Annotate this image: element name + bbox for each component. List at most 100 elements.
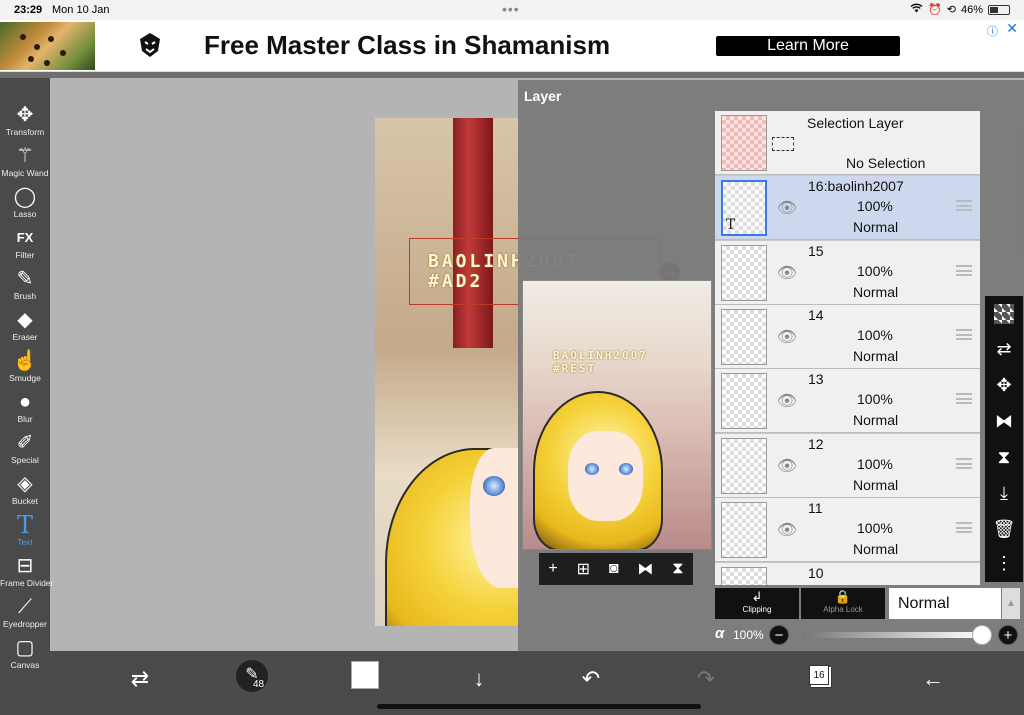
eye-icon[interactable]: 👁 bbox=[775, 391, 799, 410]
layers-button[interactable]: 16 bbox=[809, 665, 829, 685]
wifi-icon bbox=[910, 3, 923, 16]
opacity-bar: α 100% − + bbox=[715, 622, 1024, 648]
eraser-icon: ◆ bbox=[17, 309, 33, 331]
brush-size-button[interactable]: ✎ 48 bbox=[236, 660, 268, 692]
ad-learn-more-button[interactable]: Learn More bbox=[716, 36, 900, 56]
drag-handle-icon[interactable] bbox=[956, 329, 972, 340]
opacity-slider-knob[interactable] bbox=[972, 625, 992, 645]
layer-opacity: 100% bbox=[857, 391, 893, 407]
layer-thumbnail bbox=[721, 245, 767, 301]
add-layer-icon[interactable]: + bbox=[548, 560, 557, 578]
opacity-decrease-button[interactable]: − bbox=[769, 625, 789, 645]
clipping-label: Clipping bbox=[742, 605, 772, 614]
trash-icon[interactable]: 🗑 bbox=[985, 512, 1023, 546]
tool-eraser[interactable]: ◆ Eraser bbox=[0, 308, 50, 349]
tool-blur[interactable]: ● Blur bbox=[0, 390, 50, 431]
status-bar: 23:29 Mon 10 Jan ••• ⏰ ⟲ 46% bbox=[0, 0, 1024, 20]
layer-row[interactable]: 👁 13 100% Normal bbox=[715, 369, 980, 433]
back-arrow-icon[interactable]: ← bbox=[915, 661, 951, 697]
tool-lasso[interactable]: ◯ Lasso bbox=[0, 185, 50, 226]
redo-icon[interactable]: ↷ bbox=[688, 661, 724, 697]
layer-blend-mode: Normal bbox=[853, 219, 899, 235]
app-root: 23:29 Mon 10 Jan ••• ⏰ ⟲ 46% Free Master… bbox=[0, 0, 1024, 715]
drag-handle-icon[interactable] bbox=[956, 522, 972, 533]
eye-icon[interactable]: 👁 bbox=[775, 456, 799, 475]
eye-icon[interactable]: 👁 bbox=[775, 327, 799, 346]
opacity-increase-button[interactable]: + bbox=[998, 625, 1018, 645]
tool-label: Lasso bbox=[13, 209, 37, 219]
ad-jaguar-image[interactable] bbox=[0, 22, 95, 70]
layer-thumbnail bbox=[721, 309, 767, 365]
preview-eye-left bbox=[585, 463, 599, 475]
tool-special[interactable]: ✐ Special bbox=[0, 431, 50, 472]
eye-icon[interactable]: 👁 bbox=[775, 263, 799, 282]
tool-label: Magic Wand bbox=[1, 168, 49, 178]
move-icon[interactable]: ✥ bbox=[985, 368, 1023, 402]
flip-horizontal-icon[interactable]: ⧓ bbox=[637, 559, 653, 579]
ad-headline[interactable]: Free Master Class in Shamanism bbox=[204, 30, 610, 61]
drag-handle-icon[interactable] bbox=[956, 393, 972, 404]
selection-layer-row[interactable]: Selection Layer No Selection bbox=[715, 111, 980, 175]
transparency-checker-icon[interactable] bbox=[994, 304, 1014, 324]
alpha-lock-button[interactable]: 🔒 Alpha Lock bbox=[801, 588, 885, 619]
drag-handle-icon[interactable] bbox=[956, 200, 972, 211]
layer-row[interactable]: 👁 15 100% Normal bbox=[715, 241, 980, 305]
layer-name: 12 bbox=[808, 436, 824, 452]
tool-bucket[interactable]: ◈ Bucket bbox=[0, 472, 50, 513]
opacity-slider[interactable] bbox=[802, 632, 982, 638]
multitask-dots-icon[interactable]: ••• bbox=[502, 1, 520, 17]
layer-blend-mode: Normal bbox=[853, 541, 899, 557]
tool-transform[interactable]: ✥ Transform bbox=[0, 103, 50, 144]
layer-name: 10 bbox=[808, 565, 824, 581]
eye-icon[interactable]: 👁 bbox=[775, 198, 799, 217]
layer-row[interactable]: 10 bbox=[715, 563, 980, 585]
camera-icon[interactable]: ◙ bbox=[609, 560, 619, 578]
color-swatch[interactable] bbox=[351, 661, 379, 689]
artwork-canvas[interactable] bbox=[375, 118, 520, 626]
undo-icon[interactable]: ↶ bbox=[573, 661, 609, 697]
tool-brush[interactable]: ✎ Brush bbox=[0, 267, 50, 308]
tool-magic-wand[interactable]: ⚚ Magic Wand bbox=[0, 144, 50, 185]
tool-frame-divider[interactable]: ⊟ Frame Divider bbox=[0, 554, 54, 595]
tool-canvas[interactable]: ▢ Canvas bbox=[0, 636, 50, 677]
drag-handle-icon[interactable] bbox=[956, 265, 972, 276]
ad-close-icon[interactable]: ✕ bbox=[1006, 20, 1018, 37]
flip-vertical-icon[interactable]: ⧗ bbox=[985, 440, 1023, 474]
tool-label: Text bbox=[17, 537, 33, 547]
ad-banner[interactable]: Free Master Class in Shamanism Learn Mor… bbox=[0, 20, 1024, 72]
blend-mode-select[interactable]: Normal bbox=[889, 588, 1001, 619]
tool-text[interactable]: T Text bbox=[0, 513, 50, 554]
tool-filter[interactable]: FX Filter bbox=[0, 226, 50, 267]
canvas-preview[interactable]: BAOLINH2007 #REST bbox=[522, 280, 712, 550]
drag-handle-icon[interactable] bbox=[956, 458, 972, 469]
flip-vertical-icon[interactable]: ⧗ bbox=[672, 560, 683, 578]
eyedropper-icon: ⟋ bbox=[18, 596, 32, 618]
flip-horizontal-icon[interactable]: ⧓ bbox=[985, 404, 1023, 438]
down-arrow-icon[interactable]: ↓ bbox=[461, 661, 497, 697]
add-layer-copy-icon[interactable]: ⊞ bbox=[577, 559, 590, 579]
layer-panel-title: Layer bbox=[524, 88, 562, 104]
more-options-icon[interactable]: ⋮ bbox=[985, 546, 1023, 580]
layer-row[interactable]: 👁 11 100% Normal bbox=[715, 498, 980, 562]
brush-size-value: 48 bbox=[253, 679, 265, 690]
layer-blend-mode: Normal bbox=[853, 348, 899, 364]
swap-tools-icon[interactable]: ⇄ bbox=[122, 661, 158, 697]
tool-label: Frame Divider bbox=[0, 578, 54, 588]
clipping-icon: ↲ bbox=[751, 589, 763, 604]
layer-row[interactable]: T 👁 16:baolinh2007 100% Normal bbox=[715, 176, 980, 240]
tool-eyedropper[interactable]: ⟋ Eyedropper bbox=[0, 595, 50, 636]
tool-label: Blur bbox=[17, 414, 33, 424]
merge-down-icon[interactable]: ⤓ bbox=[985, 476, 1023, 510]
ad-info-icon[interactable]: ⓘ bbox=[987, 23, 998, 39]
alpha-symbol: α bbox=[715, 625, 725, 642]
eye-icon[interactable]: 👁 bbox=[775, 520, 799, 539]
tool-smudge[interactable]: ☝ Smudge bbox=[0, 349, 50, 390]
layer-row[interactable]: 👁 14 100% Normal bbox=[715, 305, 980, 369]
clipping-button[interactable]: ↲ Clipping bbox=[715, 588, 799, 619]
blend-mode-arrow-icon[interactable]: ▲ bbox=[1002, 588, 1020, 619]
layer-list[interactable]: Selection Layer No Selection T 👁 16:baol… bbox=[715, 111, 980, 585]
layer-transfer-icon[interactable]: ⇄ bbox=[985, 332, 1023, 366]
layer-row[interactable]: 👁 12 100% Normal bbox=[715, 434, 980, 498]
layer-opacity: 100% bbox=[857, 198, 893, 214]
preview-text-line-2: #REST bbox=[553, 362, 597, 375]
